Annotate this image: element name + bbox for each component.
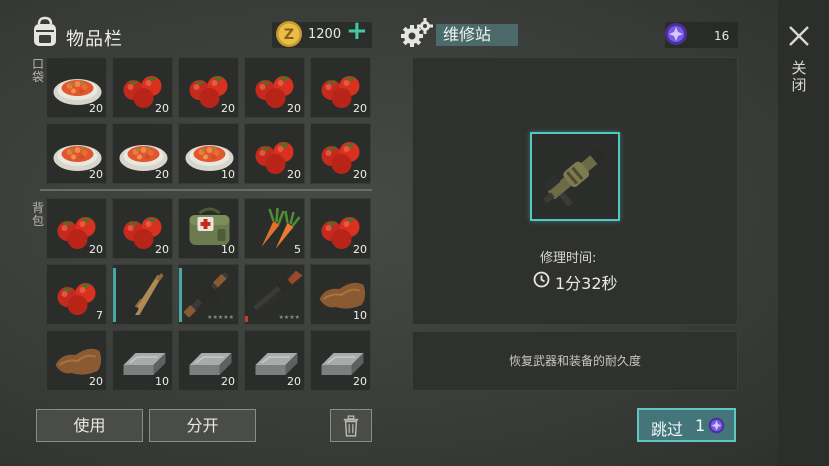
- durability-bar: [113, 268, 116, 322]
- purple-gem-icon: [708, 417, 725, 434]
- shotgun-icon: [253, 270, 302, 311]
- repair-station-title: 维修站: [436, 24, 518, 46]
- backpack-slot[interactable]: 20: [310, 198, 371, 259]
- coin-icon: Z: [276, 21, 302, 47]
- item-count: 20: [287, 375, 301, 388]
- pocket-slot[interactable]: 20: [46, 57, 107, 118]
- item-count: 5: [294, 243, 301, 256]
- close-label[interactable]: 关闭: [791, 60, 807, 94]
- item-count: 20: [89, 168, 103, 181]
- trash-icon: [343, 415, 359, 437]
- assault-rifle-icon: [183, 271, 230, 317]
- item-count: 20: [353, 243, 367, 256]
- repair-description: 恢复武器和装备的耐久度: [508, 354, 641, 368]
- backpack-slot[interactable]: 20: [178, 330, 239, 391]
- pocket-slot[interactable]: 20: [112, 57, 173, 118]
- pocket-slot[interactable]: 20: [244, 57, 305, 118]
- close-icon[interactable]: [787, 24, 811, 48]
- item-count: 20: [353, 375, 367, 388]
- item-count: 20: [155, 168, 169, 181]
- pocket-slot[interactable]: 10: [178, 123, 239, 184]
- item-count: 20: [155, 243, 169, 256]
- quality-stars: ★★★★: [278, 314, 300, 321]
- pocket-slot[interactable]: 20: [178, 57, 239, 118]
- backpack-slot[interactable]: ★★★★: [244, 264, 305, 325]
- item-count: 10: [353, 309, 367, 322]
- backpack-section-label: 背包: [31, 201, 44, 228]
- item-count: 20: [221, 375, 235, 388]
- pocket-slot[interactable]: 20: [46, 123, 107, 184]
- item-count: 20: [353, 102, 367, 115]
- item-count: 20: [155, 102, 169, 115]
- clock-icon: [533, 271, 550, 288]
- purple-gem-icon: [665, 23, 687, 45]
- backpack-slot[interactable]: 20: [244, 330, 305, 391]
- item-count: 20: [89, 375, 103, 388]
- pocket-slot[interactable]: 20: [310, 57, 371, 118]
- backpack-slot[interactable]: 10: [310, 264, 371, 325]
- item-count: 20: [287, 102, 301, 115]
- backpack-slot[interactable]: 20: [310, 330, 371, 391]
- backpack-slot[interactable]: ★★★★★: [178, 264, 239, 325]
- item-count: 20: [89, 102, 103, 115]
- backpack-slot[interactable]: 5: [244, 198, 305, 259]
- backpack-slot[interactable]: 7: [46, 264, 107, 325]
- gem-amount: 16: [714, 29, 730, 43]
- svg-text:Z: Z: [284, 27, 294, 43]
- item-count: 20: [221, 102, 235, 115]
- skip-label: 跳过: [651, 420, 684, 439]
- backpack-slot[interactable]: [112, 264, 173, 325]
- gears-icon: [401, 18, 433, 47]
- repair-time-label: 修理时间:: [540, 251, 597, 266]
- pocket-section-label: 口袋: [31, 57, 44, 84]
- use-button[interactable]: 使用: [36, 409, 143, 442]
- repair-time-value: 1分32秒: [555, 274, 618, 293]
- durability-bar: [245, 268, 248, 322]
- split-button[interactable]: 分开: [149, 409, 256, 442]
- repair-item-slot[interactable]: [530, 132, 620, 221]
- section-divider: [40, 189, 372, 191]
- inventory-title: 物品栏: [66, 29, 123, 50]
- backpack-slot[interactable]: 20: [46, 198, 107, 259]
- quality-stars: ★★★★★: [207, 314, 234, 321]
- backpack-icon: [34, 16, 56, 46]
- pocket-slot[interactable]: 20: [310, 123, 371, 184]
- durability-bar: [179, 268, 182, 322]
- item-count: 20: [353, 168, 367, 181]
- item-count: 7: [96, 309, 103, 322]
- item-count: 20: [287, 168, 301, 181]
- backpack-slot[interactable]: 10: [178, 198, 239, 259]
- coin-amount: 1200: [308, 27, 342, 42]
- backpack-slot[interactable]: 20: [46, 330, 107, 391]
- backpack-slot[interactable]: 10: [112, 330, 173, 391]
- machete-icon: [124, 273, 164, 317]
- item-count: 10: [221, 168, 235, 181]
- trash-button[interactable]: [330, 409, 372, 442]
- pocket-slot[interactable]: 20: [244, 123, 305, 184]
- skip-button[interactable]: 跳过 1: [637, 408, 736, 442]
- backpack-slot[interactable]: 20: [112, 198, 173, 259]
- item-count: 20: [89, 243, 103, 256]
- grenade-launcher-icon: [543, 148, 606, 207]
- skip-cost: 1: [695, 416, 706, 435]
- pocket-slot[interactable]: 20: [112, 123, 173, 184]
- item-count: 10: [221, 243, 235, 256]
- item-count: 10: [155, 375, 169, 388]
- buy-coins-plus-icon[interactable]: +: [346, 18, 368, 44]
